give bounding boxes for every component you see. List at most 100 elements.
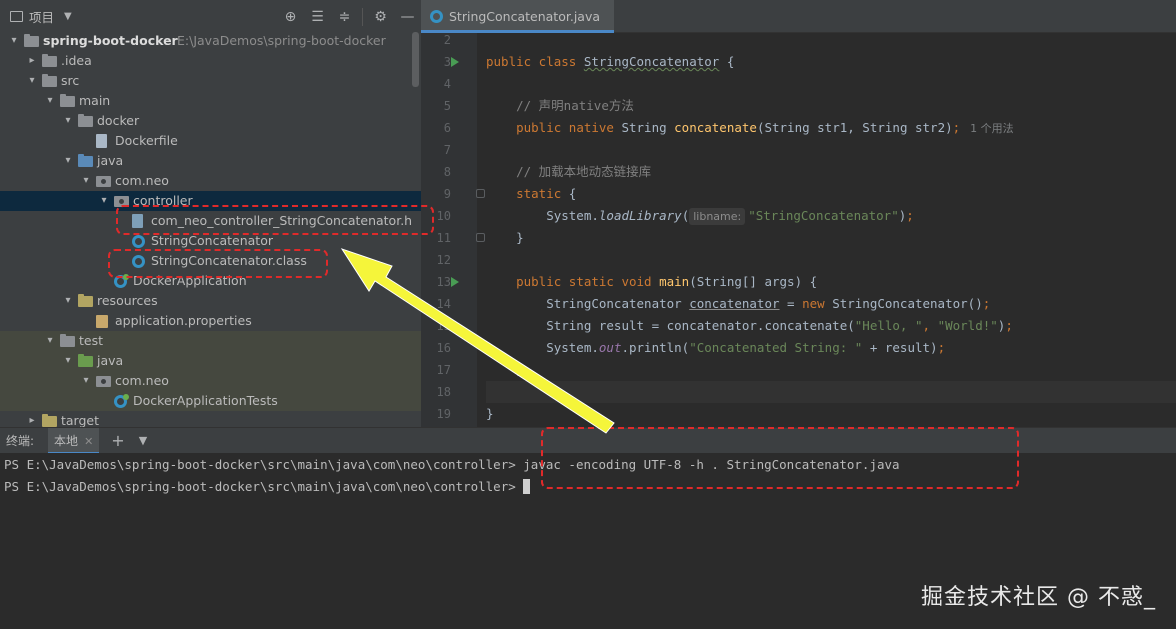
tree-item[interactable]: Dockerfile: [0, 131, 421, 151]
string-literal: "StringConcatenator": [748, 208, 899, 223]
line-number: 15: [436, 319, 451, 333]
tree-item-label: com.neo: [115, 373, 169, 388]
code-line: public static void main(String[] args) {: [516, 274, 818, 289]
tree-item[interactable]: ▾ resources: [0, 291, 421, 311]
terminal-tab-local[interactable]: 本地 ✕: [48, 427, 100, 454]
chevron-down-icon[interactable]: ▾: [98, 191, 110, 211]
locate-icon[interactable]: ⊕: [277, 9, 304, 25]
line-number: 14: [436, 297, 451, 311]
terminal-prompt: PS E:\JavaDemos\spring-boot-docker\src\m…: [4, 479, 516, 494]
fold-icon[interactable]: [476, 189, 485, 198]
code-line: StringConcatenator concatenator = new St…: [486, 296, 991, 311]
parameter-hint: libname:: [689, 208, 746, 225]
tree-item-label: resources: [97, 293, 158, 308]
editor-tab-bar: StringConcatenator.java: [421, 0, 1176, 33]
folder-icon: [78, 114, 93, 127]
chevron-down-icon[interactable]: ▾: [62, 291, 74, 311]
editor-tab-string-concatenator[interactable]: StringConcatenator.java: [421, 0, 615, 33]
tree-item[interactable]: ▾ docker: [0, 111, 421, 131]
line-number: 13: [436, 275, 451, 289]
tree-scrollbar[interactable]: [412, 32, 419, 87]
tree-item[interactable]: ▾ test: [0, 331, 421, 351]
annotation-box-class-file: [108, 249, 328, 278]
terminal-prompt: PS E:\JavaDemos\spring-boot-docker\src\m…: [4, 457, 516, 472]
chevron-down-icon[interactable]: ▾: [80, 371, 92, 391]
chevron-down-icon[interactable]: ▾: [44, 331, 56, 351]
chevron-down-icon[interactable]: ▾: [26, 71, 38, 91]
run-icon[interactable]: [451, 277, 459, 287]
spring-class-icon: [114, 394, 129, 408]
code-line: // 加载本地动态链接库: [486, 161, 1176, 183]
watermark: 掘金技术社区 @ 不惑_: [921, 585, 1156, 610]
terminal-line: PS E:\JavaDemos\spring-boot-docker\src\m…: [4, 476, 531, 498]
code-line: }: [486, 362, 524, 377]
line-number: 2: [443, 33, 451, 47]
tree-item[interactable]: ▾ com.neo: [0, 371, 421, 391]
collapse-all-icon[interactable]: ≑: [331, 9, 358, 25]
line-number: 12: [436, 253, 451, 267]
chevron-down-icon[interactable]: ▾: [62, 111, 74, 131]
code-line: static {: [516, 186, 577, 201]
tree-item-label: Dockerfile: [115, 133, 178, 148]
gear-icon[interactable]: ⚙: [367, 9, 394, 25]
terminal-cursor: [523, 479, 531, 494]
properties-file-icon: [96, 315, 108, 328]
line-number: 18: [436, 385, 451, 399]
project-panel-title[interactable]: 项目: [29, 7, 54, 26]
test-folder-icon: [78, 354, 93, 367]
add-icon[interactable]: +: [111, 431, 124, 450]
tree-item[interactable]: DockerApplicationTests: [0, 391, 421, 411]
run-icon[interactable]: [451, 57, 459, 67]
line-number: 5: [443, 99, 451, 113]
chevron-down-icon[interactable]: ▾: [8, 31, 20, 51]
terminal-tab-label: 本地: [54, 433, 79, 448]
chevron-down-icon[interactable]: ▾: [44, 91, 56, 111]
line-number: 16: [436, 341, 451, 355]
code-line: }: [486, 230, 524, 245]
terminal-title: 终端:: [6, 434, 35, 448]
tree-item-label: src: [61, 73, 80, 88]
tree-item[interactable]: ▾ main: [0, 91, 421, 111]
tree-item[interactable]: ▾ spring-boot-docker E:\JavaDemos\spring-b…: [0, 31, 421, 51]
chevron-right-icon[interactable]: ▸: [26, 51, 38, 71]
chevron-down-icon[interactable]: ▾: [62, 351, 74, 371]
tree-item[interactable]: ▾ src: [0, 71, 421, 91]
tree-item[interactable]: ▾ com.neo: [0, 171, 421, 191]
tree-item-label: application.properties: [115, 313, 252, 328]
chevron-down-icon[interactable]: ▼: [64, 11, 72, 22]
string-literal: "Hello, ": [854, 318, 923, 333]
tree-item[interactable]: ▸ .idea: [0, 51, 421, 71]
tree-item[interactable]: ▾ java: [0, 151, 421, 171]
resources-folder-icon: [78, 294, 93, 307]
folder-icon: [42, 54, 57, 67]
tree-item[interactable]: ▾ java: [0, 351, 421, 371]
tree-item-label: java: [97, 353, 124, 368]
tree-item-label: .idea: [61, 53, 92, 68]
code-line: // 声明native方法: [486, 95, 1176, 117]
folder-icon: [60, 94, 75, 107]
folder-icon: [60, 334, 75, 347]
string-literal: "World!": [937, 318, 998, 333]
line-number: 9: [443, 187, 451, 201]
chevron-right-icon[interactable]: ▸: [26, 411, 38, 427]
usage-hint[interactable]: 1 个用法: [970, 122, 1014, 135]
tree-item-label: spring-boot-docker: [43, 33, 178, 48]
code-editor[interactable]: 2 3 4 5 6 7 8 9 10 11 12 13 14 15 16 17 18 19 public clas…: [421, 33, 1176, 427]
project-view-icon[interactable]: [10, 11, 23, 22]
expand-all-icon[interactable]: ☰: [304, 9, 331, 25]
minimize-icon[interactable]: —: [394, 9, 421, 25]
tree-item[interactable]: ▸ target: [0, 411, 421, 427]
fold-icon[interactable]: [476, 233, 485, 242]
line-number: 7: [443, 143, 451, 157]
chevron-down-icon[interactable]: ▼: [139, 434, 147, 447]
comment-load: // 加载本地动态链接库: [516, 164, 652, 179]
close-icon[interactable]: ✕: [84, 435, 93, 448]
chevron-down-icon[interactable]: ▾: [62, 151, 74, 171]
class-icon: [430, 10, 443, 23]
chevron-down-icon[interactable]: ▾: [80, 171, 92, 191]
tree-item-label: DockerApplicationTests: [133, 393, 278, 408]
code-line: }: [486, 406, 494, 421]
code-line: public native String concatenate(String …: [516, 120, 1014, 135]
line-number: 4: [443, 77, 451, 91]
tree-item[interactable]: application.properties: [0, 311, 421, 331]
